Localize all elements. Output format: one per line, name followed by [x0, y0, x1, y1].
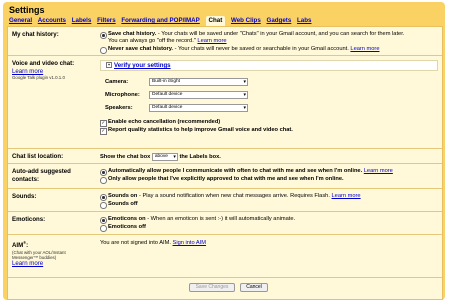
emoticons-on-radio[interactable] — [100, 217, 107, 224]
auto-allow-radio[interactable] — [100, 169, 107, 176]
chat-history-options: Save chat history. - Your chats will be … — [100, 31, 436, 54]
tab-accounts[interactable]: Accounts — [38, 16, 66, 26]
never-save-learn-more-link[interactable]: Learn more — [350, 46, 379, 52]
never-save-chat-history-radio[interactable] — [100, 47, 107, 54]
tab-filters[interactable]: Filters — [97, 16, 116, 26]
tab-general[interactable]: General — [9, 16, 32, 26]
chat-history-label: My chat history: — [12, 31, 59, 38]
cancel-button[interactable]: Cancel — [240, 283, 268, 292]
tab-labels[interactable]: Labels — [72, 16, 92, 26]
sounds-on-option[interactable]: Sounds on - Play a sound notification wh… — [100, 193, 436, 201]
save-changes-button[interactable]: Save Changes — [189, 283, 235, 292]
sounds-off-option[interactable]: Sounds off — [100, 201, 436, 209]
report-quality-checkbox[interactable]: ✓ — [100, 128, 107, 135]
settings-window: Settings General Accounts Labels Filters… — [0, 0, 450, 305]
camera-select[interactable]: Built-in iSight — [149, 78, 248, 86]
never-save-chat-history-option[interactable]: Never save chat history. - Your chats wi… — [100, 46, 436, 54]
verify-settings-box: + Verify your settings — [100, 60, 438, 71]
explicit-allow-option[interactable]: Only allow people that I've explicitly a… — [100, 176, 436, 184]
emoticons-row: Emoticons: Emoticons on - When an emotic… — [8, 212, 442, 235]
sounds-learn-more-link[interactable]: Learn more — [332, 193, 361, 199]
sounds-off-radio[interactable] — [100, 202, 107, 209]
settings-panel: Settings General Accounts Labels Filters… — [3, 2, 445, 300]
microphone-select[interactable]: Default device — [149, 91, 248, 99]
save-chat-history-option[interactable]: Save chat history. - Your chats will be … — [100, 31, 436, 45]
speakers-label: Speakers: — [105, 105, 133, 111]
voice-video-learn-more-link[interactable]: Learn more — [12, 68, 43, 75]
emoticons-off-option[interactable]: Emoticons off — [100, 224, 436, 232]
camera-label: Camera: — [105, 79, 129, 85]
expand-icon[interactable]: + — [106, 62, 112, 68]
sounds-row: Sounds: Sounds on - Play a sound notific… — [8, 189, 442, 212]
voice-video-row: Voice and video chat: Learn more Google … — [8, 56, 442, 149]
aim-label: AIM®: (Chat with your AOL/Instant Messen… — [12, 239, 92, 267]
chat-list-row: Chat list location: Show the chat box ab… — [8, 149, 442, 164]
tab-forwarding[interactable]: Forwarding and POP/IMAP — [121, 16, 199, 26]
aim-status: You are not signed into AIM. — [100, 240, 171, 246]
aim-subtitle: (Chat with your AOL/Instant Messenger™ b… — [12, 249, 66, 260]
tab-chat[interactable]: Chat — [205, 16, 226, 26]
aim-row: AIM®: (Chat with your AOL/Instant Messen… — [8, 235, 442, 278]
plugin-version: Google Talk plugin v1.0.1.0 — [12, 75, 65, 80]
emoticons-label: Emoticons: — [12, 216, 46, 223]
chat-list-label: Chat list location: — [12, 153, 64, 160]
chat-history-learn-more-link[interactable]: Learn more — [197, 38, 226, 44]
echo-cancellation-option[interactable]: ✓ Enable echo cancellation (recommended) — [100, 119, 293, 127]
settings-tabs: General Accounts Labels Filters Forwardi… — [9, 16, 315, 26]
sounds-label: Sounds: — [12, 193, 37, 200]
tab-web-clips[interactable]: Web Clips — [231, 16, 261, 26]
aim-logo-icon: ® — [23, 240, 27, 245]
auto-add-label: Auto-add suggested contacts: — [12, 168, 71, 183]
chat-list-location-select[interactable]: above — [151, 153, 178, 161]
aim-sign-in-link[interactable]: Sign into AIM — [173, 240, 207, 246]
settings-content: My chat history: Save chat history. - Yo… — [7, 26, 443, 300]
echo-cancellation-checkbox[interactable]: ✓ — [100, 120, 107, 127]
sounds-on-radio[interactable] — [100, 194, 107, 201]
verify-settings-link[interactable]: Verify your settings — [114, 62, 171, 69]
explicit-allow-radio[interactable] — [100, 177, 107, 184]
voice-video-label: Voice and video chat: Learn more Google … — [12, 60, 92, 80]
microphone-label: Microphone: — [105, 92, 140, 98]
speakers-select[interactable]: Default device — [149, 104, 248, 112]
save-chat-history-radio[interactable] — [100, 32, 107, 39]
page-title: Settings — [9, 5, 45, 15]
emoticons-off-radio[interactable] — [100, 225, 107, 232]
emoticons-on-option[interactable]: Emoticons on - When an emoticon is sent … — [100, 216, 436, 224]
auto-add-row: Auto-add suggested contacts: Automatical… — [8, 164, 442, 189]
aim-learn-more-link[interactable]: Learn more — [12, 260, 43, 267]
auto-allow-option[interactable]: Automatically allow people I communicate… — [100, 168, 436, 176]
report-quality-option[interactable]: ✓ Report quality statistics to help impr… — [100, 127, 293, 135]
chat-history-row: My chat history: Save chat history. - Yo… — [8, 27, 442, 56]
tab-gadgets[interactable]: Gadgets — [267, 16, 292, 26]
auto-add-learn-more-link[interactable]: Learn more — [364, 168, 393, 174]
tab-labs[interactable]: Labs — [297, 16, 311, 26]
